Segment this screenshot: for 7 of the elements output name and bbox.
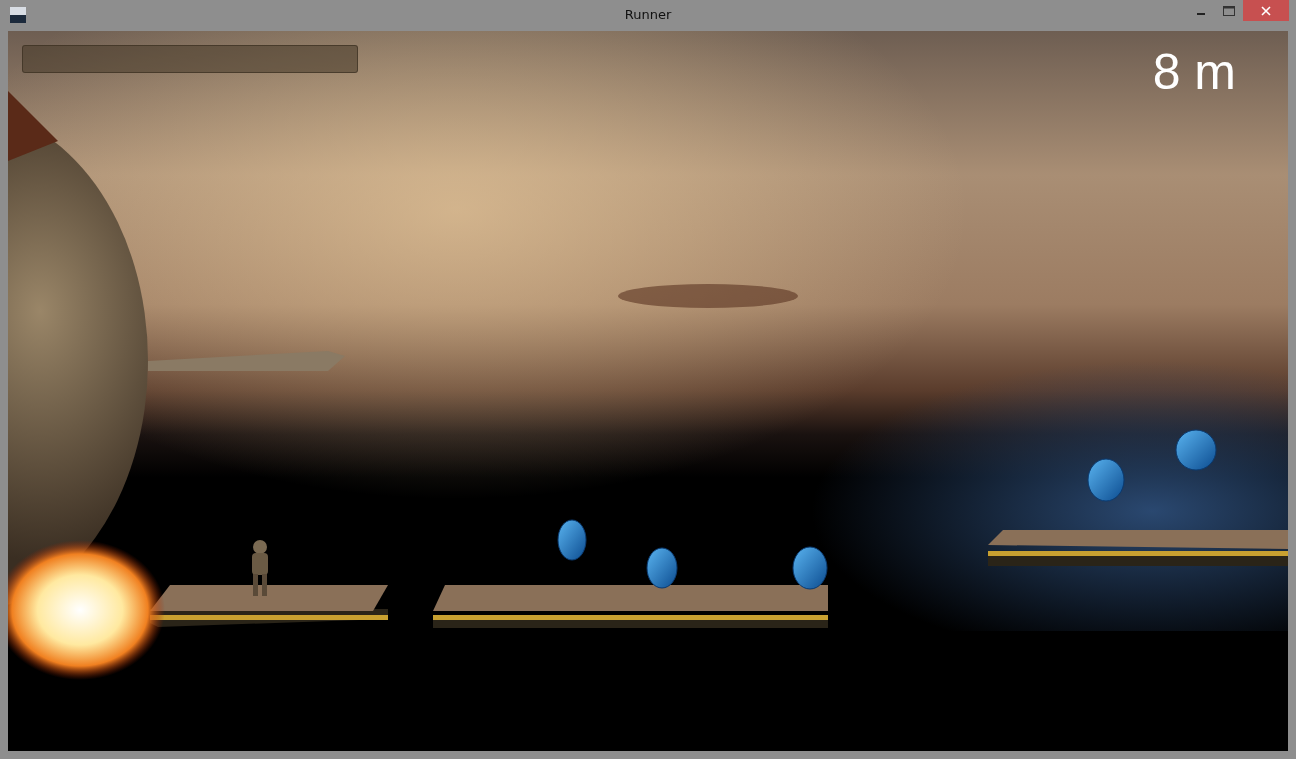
close-icon (1261, 5, 1271, 16)
minimize-icon (1197, 12, 1205, 15)
distance-counter: 8 m (1152, 43, 1236, 101)
maximize-icon (1223, 5, 1235, 16)
close-button[interactable] (1243, 0, 1289, 21)
app-icon (10, 7, 26, 23)
window-title: Runner (624, 7, 672, 22)
